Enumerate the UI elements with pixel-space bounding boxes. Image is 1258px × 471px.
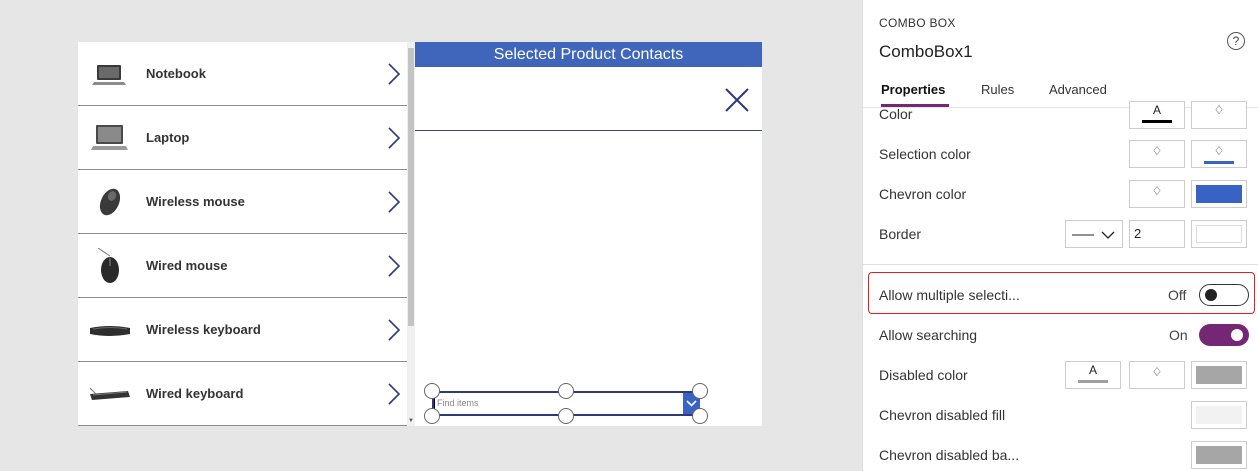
tab-advanced[interactable]: Advanced bbox=[1049, 82, 1107, 97]
color-bar bbox=[1142, 120, 1172, 123]
chevron-right-icon[interactable] bbox=[386, 318, 402, 342]
gallery-item-label: Wired keyboard bbox=[146, 386, 244, 401]
selection-fill-color-picker[interactable]: ♢ bbox=[1191, 140, 1247, 168]
gallery-scroll-thumb[interactable] bbox=[408, 48, 414, 326]
gallery-item-label: Notebook bbox=[146, 66, 206, 81]
disabled-border-color-picker[interactable] bbox=[1191, 361, 1247, 389]
gallery-item-wired-mouse[interactable]: Wired mouse bbox=[78, 234, 407, 298]
wireless-keyboard-icon bbox=[90, 326, 130, 336]
disabled-fill-color-picker[interactable]: ♢ bbox=[1129, 361, 1185, 389]
chevron-disabled-fill-label: Chevron disabled fill bbox=[879, 407, 1006, 423]
selection-color-label: Selection color bbox=[879, 146, 971, 162]
allow-multiple-label: Allow multiple selecti... bbox=[879, 287, 1020, 303]
border-width-input[interactable]: 2 bbox=[1129, 220, 1185, 248]
detail-screen: Selected Product Contacts bbox=[415, 42, 762, 426]
color-fill bbox=[1196, 225, 1242, 243]
chevron-color-label: Chevron color bbox=[879, 186, 967, 202]
gallery-item-label: Wireless keyboard bbox=[146, 322, 261, 337]
paint-bucket-icon: ♢ bbox=[1213, 144, 1225, 158]
color-fill bbox=[1196, 366, 1242, 384]
allow-multiple-toggle[interactable] bbox=[1199, 284, 1249, 306]
border-label: Border bbox=[879, 226, 922, 242]
gallery-item-wired-keyboard[interactable]: Wired keyboard bbox=[78, 362, 407, 426]
line-style-icon bbox=[1072, 231, 1115, 239]
control-type: COMBO BOX bbox=[879, 16, 956, 30]
combobox-search-input[interactable]: Find items bbox=[437, 398, 479, 408]
chevron-right-icon[interactable] bbox=[386, 382, 402, 406]
chevron-disabled-background-label: Chevron disabled ba... bbox=[879, 447, 1020, 463]
gallery-item-label: Wired mouse bbox=[146, 258, 228, 273]
chevron-right-icon[interactable] bbox=[386, 62, 402, 86]
gallery-item-laptop[interactable]: Laptop bbox=[78, 106, 407, 170]
fill-color-picker[interactable]: ♢ bbox=[1191, 101, 1247, 129]
notebook-icon bbox=[92, 65, 126, 85]
resize-handle[interactable] bbox=[692, 383, 708, 399]
disabled-color-label: Disabled color bbox=[879, 367, 968, 383]
allow-searching-label: Allow searching bbox=[879, 327, 978, 343]
help-icon[interactable]: ? bbox=[1227, 32, 1245, 50]
color-fill bbox=[1196, 446, 1242, 464]
chevron-right-icon[interactable] bbox=[386, 126, 402, 150]
selection-text-color-picker[interactable]: ♢ bbox=[1129, 140, 1185, 168]
resize-handle[interactable] bbox=[558, 408, 574, 424]
wired-keyboard-icon bbox=[90, 387, 130, 400]
tab-properties[interactable]: Properties bbox=[881, 82, 945, 97]
resize-handle[interactable] bbox=[424, 408, 440, 424]
font-color-icon: A bbox=[1088, 363, 1097, 377]
toggle-knob bbox=[1205, 289, 1217, 301]
gallery-item-wireless-mouse[interactable]: Wireless mouse bbox=[78, 170, 407, 234]
color-bar bbox=[1078, 380, 1108, 383]
paint-bucket-icon: ♢ bbox=[1151, 184, 1163, 198]
wireless-mouse-icon bbox=[99, 188, 121, 216]
chevron-right-icon[interactable] bbox=[386, 190, 402, 214]
color-label: Color bbox=[879, 106, 913, 122]
laptop-icon bbox=[91, 125, 128, 150]
paint-bucket-icon: ♢ bbox=[1213, 103, 1225, 117]
control-name[interactable]: ComboBox1 bbox=[879, 42, 973, 62]
allow-searching-state: On bbox=[1169, 327, 1188, 343]
chevron-disabled-background-picker[interactable] bbox=[1191, 441, 1247, 469]
paint-bucket-icon: ♢ bbox=[1151, 144, 1163, 158]
scroll-down-icon[interactable]: ▼ bbox=[407, 417, 415, 425]
chevron-disabled-fill-picker[interactable] bbox=[1191, 401, 1247, 429]
color-fill bbox=[1196, 185, 1242, 203]
toggle-knob bbox=[1231, 329, 1243, 341]
allow-searching-toggle[interactable] bbox=[1199, 324, 1249, 346]
chevron-fill-color-picker[interactable] bbox=[1191, 180, 1247, 208]
chevron-text-color-picker[interactable]: ♢ bbox=[1129, 180, 1185, 208]
product-gallery: Notebook Laptop Wireless mouse Wired mou… bbox=[78, 42, 407, 426]
detail-header: Selected Product Contacts bbox=[415, 42, 762, 67]
gallery-item-label: Laptop bbox=[146, 130, 190, 145]
gallery-item-label: Wireless mouse bbox=[146, 194, 245, 209]
border-color-picker[interactable] bbox=[1191, 220, 1247, 248]
gallery-item-wireless-keyboard[interactable]: Wireless keyboard bbox=[78, 298, 407, 362]
resize-handle[interactable] bbox=[424, 383, 440, 399]
gallery-item-notebook[interactable]: Notebook bbox=[78, 42, 407, 106]
resize-handle[interactable] bbox=[692, 408, 708, 424]
allow-multiple-state: Off bbox=[1168, 287, 1187, 303]
divider bbox=[863, 264, 1258, 265]
chevron-right-icon[interactable] bbox=[386, 254, 402, 278]
resize-handle[interactable] bbox=[558, 383, 574, 399]
color-bar bbox=[1204, 161, 1234, 164]
tab-rules[interactable]: Rules bbox=[981, 82, 1014, 97]
paint-bucket-icon: ♢ bbox=[1151, 365, 1163, 379]
disabled-font-color-picker[interactable]: A bbox=[1065, 361, 1121, 389]
divider bbox=[415, 130, 762, 131]
font-color-icon: A bbox=[1152, 103, 1161, 117]
wired-mouse-icon bbox=[97, 248, 119, 283]
color-fill bbox=[1196, 406, 1242, 424]
font-color-picker[interactable]: A bbox=[1129, 101, 1185, 129]
properties-panel: COMBO BOX ComboBox1 ? Properties Rules A… bbox=[862, 0, 1258, 471]
close-icon[interactable] bbox=[723, 86, 751, 114]
border-style-dropdown[interactable] bbox=[1065, 220, 1123, 248]
